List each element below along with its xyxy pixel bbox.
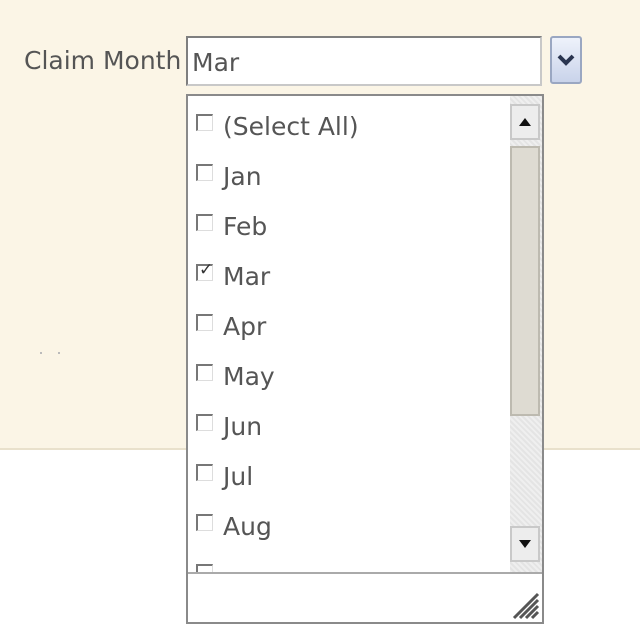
- option-may[interactable]: May: [196, 356, 275, 396]
- option-label: Jul: [223, 461, 254, 491]
- option-jul[interactable]: Jul: [196, 456, 253, 496]
- checkbox[interactable]: [196, 213, 213, 231]
- option-list: (Select All) Jan Feb ✓ Mar Apr May Jun J…: [188, 96, 510, 572]
- option-mar[interactable]: ✓ Mar: [196, 256, 270, 296]
- option-jan[interactable]: Jan: [196, 156, 262, 196]
- option-feb[interactable]: Feb: [196, 206, 267, 246]
- vertical-scrollbar[interactable]: [510, 96, 542, 572]
- option-label: Apr: [223, 311, 267, 341]
- popup-footer: [188, 572, 542, 622]
- option-label: Aug: [223, 511, 272, 541]
- option-jun[interactable]: Jun: [196, 406, 262, 446]
- option-label: (Select All): [223, 111, 359, 141]
- option-partial[interactable]: [196, 556, 223, 572]
- checkbox[interactable]: [196, 413, 213, 431]
- option-aug[interactable]: Aug: [196, 506, 272, 546]
- option-select-all[interactable]: (Select All): [196, 106, 359, 146]
- check-mark-icon: ✓: [199, 259, 214, 280]
- triangle-up-icon: [519, 118, 531, 126]
- option-label: Feb: [223, 211, 268, 241]
- checkbox[interactable]: [196, 463, 213, 481]
- scrollbar-thumb[interactable]: [510, 146, 540, 416]
- checkbox[interactable]: [196, 313, 213, 331]
- scroll-up-button[interactable]: [510, 104, 540, 140]
- option-apr[interactable]: Apr: [196, 306, 266, 346]
- checkbox-checked[interactable]: ✓: [196, 260, 213, 281]
- scroll-down-button[interactable]: [510, 526, 540, 562]
- combobox-value: Mar: [192, 48, 240, 77]
- triangle-down-icon: [519, 540, 531, 548]
- checkbox[interactable]: [196, 363, 213, 381]
- chevron-down-icon: [557, 54, 575, 66]
- option-label: Jan: [223, 161, 262, 191]
- option-label: May: [223, 361, 275, 391]
- resize-grip-icon[interactable]: [510, 590, 540, 620]
- option-label: Jun: [223, 411, 263, 441]
- checkbox[interactable]: [196, 563, 213, 572]
- noise-dot: [58, 352, 60, 354]
- option-label: Mar: [223, 261, 271, 291]
- checkbox[interactable]: [196, 163, 213, 181]
- claim-month-label: Claim Month: [24, 46, 182, 75]
- checkbox[interactable]: [196, 113, 213, 131]
- dropdown-button[interactable]: [550, 36, 582, 84]
- dropdown-popup: (Select All) Jan Feb ✓ Mar Apr May Jun J…: [186, 94, 544, 624]
- checkbox[interactable]: [196, 513, 213, 531]
- noise-dot: [40, 352, 42, 354]
- claim-month-combobox[interactable]: Mar: [186, 36, 542, 86]
